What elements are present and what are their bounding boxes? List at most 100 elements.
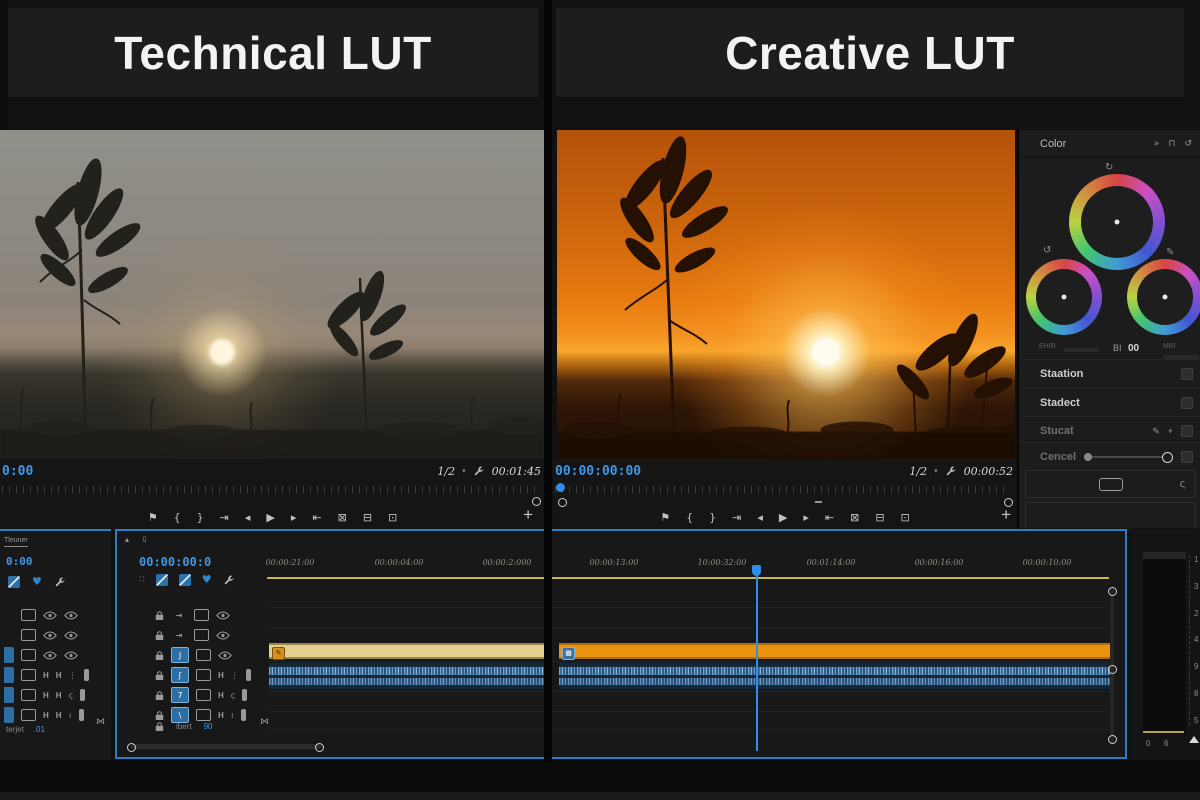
track-target-stub[interactable]: [4, 687, 14, 703]
source-patch-toggle[interactable]: ⇥: [171, 608, 187, 622]
track-target-stub[interactable]: [4, 667, 14, 683]
step-back-button[interactable]: ◂: [245, 512, 251, 523]
mini-track-row-4[interactable]: H H ⋮: [0, 665, 111, 685]
fader-icon[interactable]: [80, 689, 85, 701]
mark-out-button[interactable]: }: [709, 512, 716, 523]
eye-icon[interactable]: [43, 651, 57, 660]
color-wheel-highlights[interactable]: [1127, 259, 1200, 335]
empty-tool-row[interactable]: [1025, 502, 1196, 530]
horizontal-scrollbar[interactable]: [131, 744, 321, 749]
reset-effect-icon[interactable]: ↺: [1184, 139, 1192, 149]
track-output-icon[interactable]: [194, 629, 209, 641]
step-back-button[interactable]: ◂: [757, 512, 763, 523]
mini-track-row-6[interactable]: H H ≀: [0, 705, 111, 725]
track-output-icon[interactable]: [194, 609, 209, 621]
source-patch-toggle[interactable]: 7: [171, 687, 189, 703]
solo-icon[interactable]: H: [56, 671, 62, 680]
slider-handle-right[interactable]: [1162, 452, 1173, 463]
eye-icon[interactable]: [43, 631, 57, 640]
track-lock-icon[interactable]: [155, 610, 164, 621]
fader-icon[interactable]: [242, 689, 247, 701]
slider-handle-left[interactable]: [1084, 453, 1092, 461]
mini-timecode[interactable]: 0:00: [6, 555, 33, 568]
track-output-icon[interactable]: [21, 609, 36, 621]
track-lock-icon[interactable]: [155, 630, 164, 641]
go-to-in-button[interactable]: ⇥: [732, 512, 741, 523]
mini-track-row-2[interactable]: H H: [0, 625, 111, 645]
mute-icon[interactable]: H: [43, 671, 49, 680]
play-button[interactable]: ▶: [266, 512, 274, 523]
eyedropper-icon[interactable]: ✎: [1152, 426, 1160, 437]
color-wheel-shadows[interactable]: [1026, 259, 1102, 335]
mini-track-row-3[interactable]: H H: [0, 645, 111, 665]
solo-icon[interactable]: H: [56, 691, 62, 700]
heart-icon[interactable]: ♥: [202, 573, 212, 586]
source-patch-toggle[interactable]: J: [171, 647, 189, 663]
lumetri-row-slider[interactable]: Cencel: [1019, 444, 1200, 470]
solo-icon[interactable]: ⋮: [231, 671, 239, 680]
collapse-icon[interactable]: ⋈: [260, 717, 269, 727]
mute-icon[interactable]: H: [218, 691, 224, 700]
mute-icon[interactable]: H: [43, 711, 49, 720]
track-output-icon[interactable]: [196, 689, 211, 701]
timeline-ruler[interactable]: 00:00:21:0000:00:04:0000:00:2:00000:00:1…: [117, 558, 1109, 574]
vscroll-handle-bottom[interactable]: [1108, 735, 1117, 744]
track-output-icon[interactable]: [21, 629, 36, 641]
audio-clip-left[interactable]: [269, 662, 547, 690]
add-icon[interactable]: +: [1168, 426, 1173, 436]
lift-button[interactable]: ⊠: [850, 512, 859, 523]
pen-icon[interactable]: ✎: [1166, 247, 1174, 258]
export-frame-button[interactable]: ⊡: [901, 512, 910, 523]
eye-icon[interactable]: [64, 611, 78, 620]
eye-icon[interactable]: [64, 651, 78, 660]
snap-toggle-icon[interactable]: [8, 576, 20, 588]
go-to-out-button[interactable]: ⇤: [312, 512, 321, 523]
checkbox[interactable]: [1181, 425, 1193, 437]
go-to-in-button[interactable]: ⇥: [220, 512, 229, 523]
hscroll-handle-right[interactable]: [315, 743, 324, 752]
lift-button[interactable]: ⊠: [338, 512, 347, 523]
lumetri-row-saturation[interactable]: Staation: [1019, 361, 1200, 387]
checkbox[interactable]: [1181, 451, 1193, 463]
chevron-down-icon[interactable]: ▾: [934, 467, 938, 475]
panel-icon[interactable]: ⇩: [141, 535, 148, 544]
snap-toggle-icon[interactable]: [156, 574, 168, 586]
rectangle-mask-icon[interactable]: [1099, 478, 1123, 491]
mark-in-button[interactable]: {: [174, 512, 181, 523]
track-output-icon[interactable]: [21, 669, 36, 681]
track-row-a1[interactable]: ʃ H ⋮: [151, 665, 271, 685]
mini-bottom-value[interactable]: .01: [34, 725, 45, 734]
color-wheel-midtones[interactable]: [1069, 174, 1165, 270]
track-target-stub[interactable]: [4, 647, 14, 663]
playhead-line[interactable]: [756, 571, 758, 751]
mute-icon[interactable]: H: [43, 691, 49, 700]
source-patch-toggle[interactable]: ⇥: [171, 628, 187, 642]
collapse-icon[interactable]: ⋈: [96, 717, 105, 727]
rotate-reset-icon[interactable]: ↺: [1043, 245, 1051, 256]
settings-wrench-icon[interactable]: [473, 465, 485, 477]
eye-icon[interactable]: [216, 611, 230, 620]
vscroll-handle-mid[interactable]: [1108, 665, 1117, 674]
fader-icon[interactable]: [246, 669, 251, 681]
track-output-icon[interactable]: [21, 709, 36, 721]
audio-clip-right[interactable]: [559, 662, 1110, 690]
track-row-a2[interactable]: 7 H ς: [151, 685, 271, 705]
video-clip-left[interactable]: ✎: [269, 643, 547, 659]
add-marker-button[interactable]: ⚑: [148, 512, 158, 523]
lumetri-row-effect[interactable]: Stadect: [1019, 390, 1200, 416]
automation-icon[interactable]: ς: [69, 691, 74, 700]
add-marker-button[interactable]: ⚑: [660, 512, 670, 523]
hscroll-handle-left[interactable]: [127, 743, 136, 752]
solo-icon[interactable]: H: [56, 711, 62, 720]
track-row-v1[interactable]: J H: [151, 645, 271, 665]
play-button[interactable]: ▶: [779, 512, 787, 523]
button-editor-plus[interactable]: +: [1001, 505, 1011, 525]
checkbox[interactable]: [1181, 397, 1193, 409]
checkbox[interactable]: [1181, 368, 1193, 380]
track-lock-icon[interactable]: [155, 721, 164, 732]
track-output-icon[interactable]: [196, 669, 211, 681]
go-to-out-button[interactable]: ⇤: [825, 512, 834, 523]
video-clip-right[interactable]: ▦: [559, 643, 1110, 659]
zoom-level-select[interactable]: 1/2: [909, 465, 927, 478]
mute-icon[interactable]: H: [218, 671, 224, 680]
